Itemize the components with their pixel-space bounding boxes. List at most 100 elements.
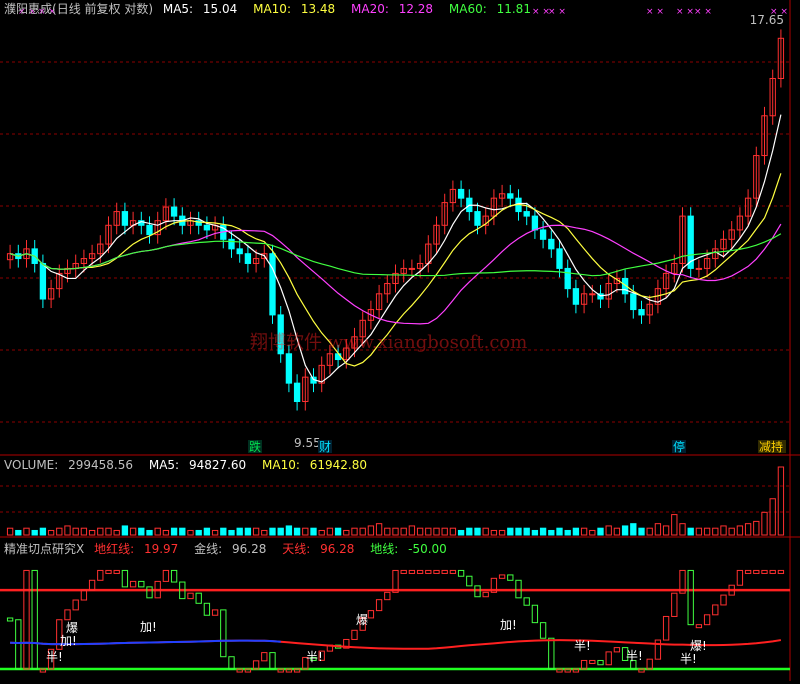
gold-line-label: 金线: — [194, 542, 223, 556]
sky-line-label: 天线: — [282, 542, 311, 556]
indicator-bar — [466, 575, 473, 587]
volume-bar — [720, 525, 727, 536]
indicator-bar — [687, 569, 694, 626]
volume-bar — [146, 529, 153, 536]
volume-bar — [638, 527, 645, 536]
indicator-bar — [367, 610, 375, 619]
volume-bar — [179, 527, 186, 536]
candle-body — [564, 267, 571, 290]
volume-bar — [474, 527, 481, 536]
indicator-bar — [138, 580, 145, 588]
volume-bar — [605, 525, 612, 536]
indicator-bar — [777, 569, 785, 574]
indicator-annotation: 爆 — [66, 621, 78, 635]
gold-line-value: 96.28 — [232, 542, 267, 556]
volume-bar — [679, 523, 686, 536]
volume-bar — [425, 527, 432, 536]
volume-bar — [170, 527, 178, 536]
indicator-bar — [31, 569, 38, 670]
indicator-bar — [88, 579, 96, 591]
ma10-label: MA10: — [253, 2, 291, 16]
volume-bars[interactable] — [6, 466, 785, 536]
indicator-bar — [211, 609, 219, 616]
chart-stage[interactable]: × × × × × × × × × × × × × × × × 翔博软件 www.xiangb… — [0, 0, 800, 681]
indicator-bar — [441, 569, 448, 574]
volume-bar — [302, 527, 309, 536]
indicator-name: 精准切点研究X — [4, 542, 85, 556]
indicator-bar — [605, 651, 612, 666]
signal-reduce[interactable]: 减持 — [759, 439, 783, 454]
indicator-bar — [744, 569, 752, 574]
red-line — [10, 639, 782, 650]
volume-bar — [269, 527, 276, 536]
volume-bar — [548, 529, 555, 536]
vol-ma10-label: MA10: — [262, 458, 300, 472]
indicator-bar — [433, 569, 440, 574]
volume-bar — [64, 525, 71, 536]
volume-bar — [97, 527, 104, 536]
ma60-value: 11.81 — [496, 2, 531, 16]
volume-bar — [261, 529, 268, 536]
indicator-bar — [564, 668, 571, 673]
volume-bar — [121, 525, 129, 536]
indicator-bar — [572, 668, 580, 673]
indicator-bar — [556, 668, 563, 673]
price-candles[interactable] — [6, 29, 785, 411]
volume-bar — [712, 527, 719, 536]
indicator-bar — [580, 659, 588, 670]
indicator-bar — [195, 592, 202, 604]
ma10-value: 13.48 — [300, 2, 336, 16]
indicator-bar — [703, 614, 711, 626]
volume-bar — [449, 527, 457, 536]
signal-finance[interactable]: 财 — [319, 440, 331, 454]
red-line-value: 19.97 — [143, 542, 179, 556]
volume-bar — [457, 529, 465, 536]
candle-body — [548, 238, 555, 250]
indicator-bar — [113, 569, 120, 574]
indicator-bar — [6, 617, 14, 622]
candle-body — [285, 353, 293, 384]
indicator-annotation: 加! — [500, 618, 517, 632]
signal-halt[interactable]: 停 — [673, 439, 685, 454]
volume-bar — [744, 523, 752, 536]
volume-bar — [351, 527, 358, 536]
candle-body — [589, 293, 596, 296]
volume-bar — [129, 527, 137, 536]
signal-drop[interactable]: 跌 — [249, 439, 261, 454]
indicator-bar — [203, 602, 211, 616]
candle-body — [170, 206, 178, 217]
volume-bar — [375, 523, 383, 536]
sell-marker: × × — [676, 7, 694, 17]
candle-body — [630, 293, 637, 311]
indicator-layer — [0, 569, 790, 673]
indicator-bar — [220, 609, 227, 658]
red-line-label: 地红线: — [94, 542, 135, 556]
indicator-bar — [170, 569, 178, 583]
candle-body — [408, 267, 416, 270]
chart-canvas[interactable]: × × × × × ×× × × × × × × × × × 翔博软件 www.xiangb… — [0, 0, 800, 681]
indicator-bar — [736, 569, 744, 586]
indicator-bar — [507, 574, 514, 581]
indicator-annotation: 半! — [574, 639, 591, 653]
sell-marker: × × — [694, 7, 712, 17]
volume-bar — [564, 529, 571, 536]
volume-bar — [761, 511, 768, 536]
volume-bar — [318, 529, 325, 536]
indicator-bar — [531, 604, 539, 624]
candle-body — [474, 211, 481, 226]
volume-bar — [203, 527, 211, 536]
indicator-bar — [146, 586, 153, 599]
candle-body — [269, 253, 276, 316]
high-price-label: 17.65 — [750, 13, 784, 27]
volume-bar — [293, 527, 301, 536]
indicator-bar — [695, 624, 703, 629]
volume-bar — [195, 529, 202, 536]
volume-bar — [695, 527, 703, 536]
candle-body — [556, 248, 563, 269]
volume-bar — [252, 527, 260, 536]
ground-line-value: -50.00 — [408, 542, 447, 556]
volume-bar — [72, 527, 79, 536]
volume-bar — [613, 527, 621, 536]
candle-body — [228, 238, 235, 250]
indicator-bar — [277, 668, 284, 673]
